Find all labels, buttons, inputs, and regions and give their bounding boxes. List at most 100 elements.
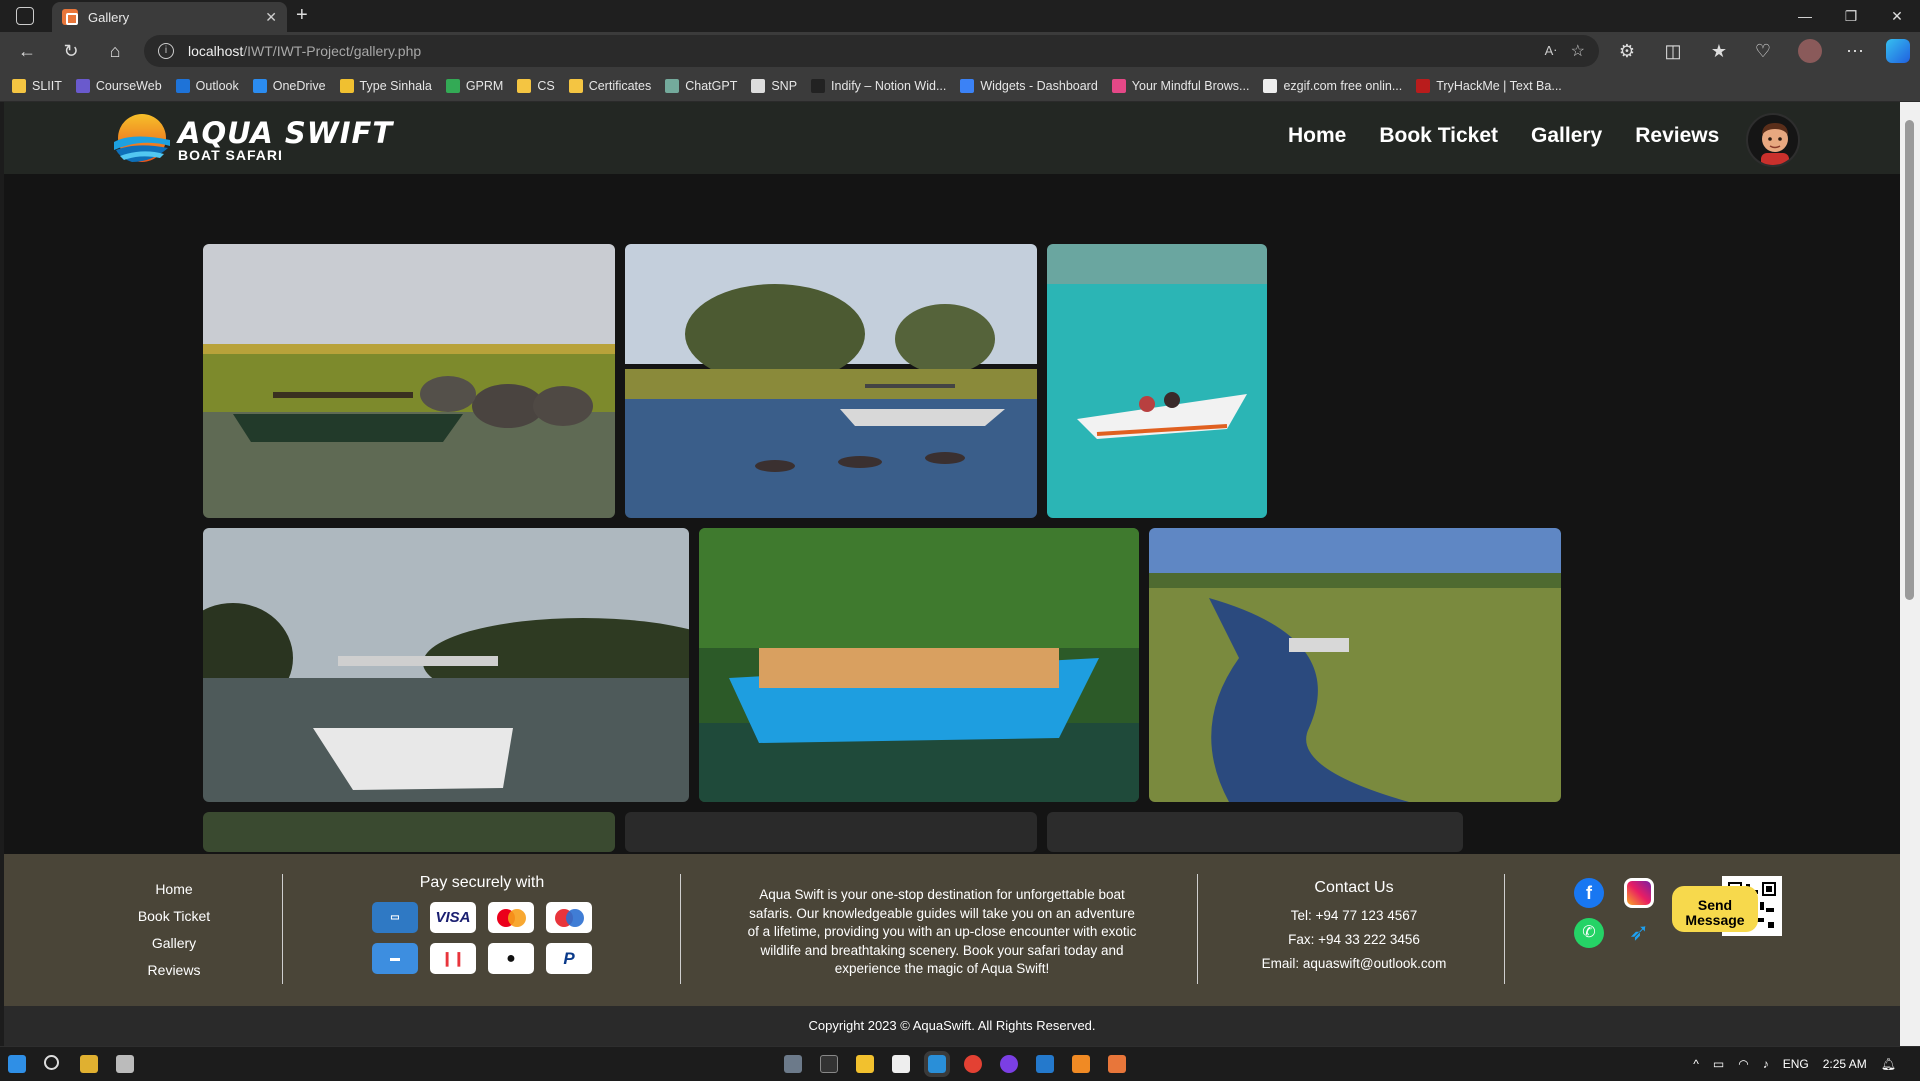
nav-book-ticket[interactable]: Book Ticket <box>1379 124 1498 148</box>
clock[interactable]: 2:25 AM <box>1823 1057 1867 1071</box>
bookmark-item[interactable]: TryHackMe | Text Ba... <box>1416 78 1562 93</box>
more-menu-icon[interactable]: ⋯ <box>1842 38 1868 64</box>
bookmark-label: SLIIT <box>32 78 62 93</box>
footer-about-text: Aqua Swift is your one-stop destination … <box>747 887 1137 976</box>
volume-icon[interactable]: ♪ <box>1763 1057 1769 1071</box>
tray-chevron-icon[interactable]: ^ <box>1693 1057 1699 1071</box>
extensions-icon[interactable]: ⚙ <box>1614 38 1640 64</box>
battery-icon[interactable]: ▭ <box>1713 1057 1724 1071</box>
bookmark-item[interactable]: ezgif.com free onlin... <box>1263 78 1402 93</box>
refresh-icon[interactable]: ↻ <box>58 38 84 64</box>
bookmark-item[interactable]: Outlook <box>175 78 239 93</box>
url-host: localhost <box>188 43 244 59</box>
footer-divider <box>1197 874 1198 984</box>
gallery-photo-hippos-boat[interactable] <box>625 244 1037 518</box>
contact-tel: Tel: +94 77 123 4567 <box>1290 908 1418 923</box>
task-view-icon[interactable] <box>116 1055 134 1073</box>
system-tray: ^ ▭ ◠ ♪ ENG 2:25 AM 🔔︎ <box>1693 1047 1896 1081</box>
send-message-button[interactable]: Send Message <box>1672 886 1758 932</box>
copyright-bar: Copyright 2023 © AquaSwift. All Rights R… <box>4 1006 1900 1046</box>
browser-tab[interactable]: Gallery ✕ <box>52 2 287 32</box>
footer-link-gallery[interactable]: Gallery <box>104 930 244 957</box>
gallery-photo-speedboat[interactable] <box>1047 244 1267 518</box>
back-icon[interactable]: ← <box>14 38 40 64</box>
close-window-icon[interactable]: ✕ <box>1874 0 1920 32</box>
copilot-icon[interactable] <box>1886 39 1910 63</box>
chrome-icon[interactable] <box>964 1055 982 1073</box>
bookmark-item[interactable]: ChatGPT <box>665 78 737 93</box>
bookmark-label: GPRM <box>465 78 504 93</box>
windows-start-icon[interactable] <box>8 1055 26 1073</box>
visa-icon: VISA <box>430 902 476 933</box>
bookmark-icon <box>517 78 532 93</box>
favorites-icon[interactable]: ★ <box>1706 38 1732 64</box>
language-indicator[interactable]: ENG <box>1783 1057 1809 1071</box>
edge-icon[interactable] <box>924 1051 950 1077</box>
bookmark-icon <box>1263 78 1278 93</box>
read-aloud-icon[interactable]: Aᐧ <box>1545 43 1557 59</box>
user-avatar[interactable] <box>1746 113 1800 167</box>
split-screen-icon[interactable]: ◫ <box>1660 38 1686 64</box>
scrollbar-thumb[interactable] <box>1905 120 1914 600</box>
gallery-photo-mangrove-boat[interactable] <box>699 528 1139 802</box>
bookmark-item[interactable]: Indify – Notion Wid... <box>811 78 946 93</box>
gallery-photo-partial-2[interactable] <box>625 812 1037 852</box>
xampp-icon[interactable] <box>1108 1055 1126 1073</box>
app-icon[interactable] <box>1000 1055 1018 1073</box>
profile-avatar[interactable] <box>1798 39 1822 63</box>
twitter-icon[interactable]: ➶ <box>1624 918 1654 948</box>
os-taskbar: ^ ▭ ◠ ♪ ENG 2:25 AM 🔔︎ <box>0 1046 1920 1080</box>
gallery-photo-partial-3[interactable] <box>1047 812 1463 852</box>
bookmark-item[interactable]: Type Sinhala <box>339 78 432 93</box>
gallery-photo-partial-1[interactable] <box>203 812 615 852</box>
facebook-icon[interactable]: f <box>1574 878 1604 908</box>
nav-home[interactable]: Home <box>1288 124 1346 148</box>
wifi-icon[interactable]: ◠ <box>1738 1057 1748 1071</box>
gallery-photo-river-boat[interactable] <box>203 528 689 802</box>
bookmark-item[interactable]: SLIIT <box>12 78 62 93</box>
browser-essentials-icon[interactable]: ♡ <box>1750 38 1776 64</box>
file-explorer-icon[interactable] <box>856 1055 874 1073</box>
gallery-photo-wetland-boat[interactable] <box>1149 528 1561 802</box>
whatsapp-icon[interactable]: ✆ <box>1574 918 1604 948</box>
contact-email[interactable]: Email: aquaswift@outlook.com <box>1234 952 1474 976</box>
calculator-icon[interactable] <box>784 1055 802 1073</box>
footer-link-book-ticket[interactable]: Book Ticket <box>104 903 244 930</box>
bookmark-item[interactable]: CourseWeb <box>75 78 162 93</box>
new-tab-icon[interactable]: + <box>296 4 308 27</box>
minimize-icon[interactable]: — <box>1782 0 1828 32</box>
bookmark-item[interactable]: OneDrive <box>252 78 326 93</box>
footer-link-home[interactable]: Home <box>104 876 244 903</box>
favorite-star-icon[interactable]: ☆ <box>1571 41 1585 61</box>
bookmark-item[interactable]: CS <box>517 78 555 93</box>
nav-gallery[interactable]: Gallery <box>1531 124 1602 148</box>
notion-icon[interactable] <box>892 1055 910 1073</box>
restore-icon[interactable]: ❐ <box>1828 0 1874 32</box>
site-logo[interactable]: AQUA SWIFT BOAT SAFARI <box>112 112 393 166</box>
bookmark-item[interactable]: Certificates <box>568 78 651 93</box>
gallery-photo-elephants-boat[interactable] <box>203 244 615 518</box>
nav-reviews[interactable]: Reviews <box>1635 124 1719 148</box>
terminal-icon[interactable] <box>820 1055 838 1073</box>
bookmark-item[interactable]: Widgets - Dashboard <box>960 78 1098 93</box>
workspaces-icon[interactable] <box>16 7 34 25</box>
footer-link-reviews[interactable]: Reviews <box>104 957 244 984</box>
bookmark-item[interactable]: Your Mindful Brows... <box>1111 78 1249 93</box>
home-icon[interactable]: ⌂ <box>102 38 128 64</box>
search-icon[interactable] <box>44 1055 59 1070</box>
widgets-icon[interactable] <box>80 1055 98 1073</box>
bookmark-label: Widgets - Dashboard <box>980 78 1098 93</box>
vlc-icon[interactable] <box>1072 1055 1090 1073</box>
maestro-icon <box>546 902 592 933</box>
address-bar[interactable]: i localhost/IWT/IWT-Project/gallery.php … <box>144 35 1599 67</box>
bookmark-item[interactable]: SNP <box>751 78 797 93</box>
tab-close-icon[interactable]: ✕ <box>265 9 277 26</box>
bookmark-label: TryHackMe | Text Ba... <box>1436 78 1562 93</box>
notifications-icon[interactable]: 🔔︎ <box>1881 1057 1896 1071</box>
site-info-icon[interactable]: i <box>158 43 174 59</box>
contact-title: Contact Us <box>1314 879 1394 896</box>
vscode-icon[interactable] <box>1036 1055 1054 1073</box>
bookmark-item[interactable]: GPRM <box>445 78 504 93</box>
instagram-icon[interactable] <box>1624 878 1654 908</box>
browser-tab-bar: Gallery ✕ + — ❐ ✕ <box>0 0 1920 32</box>
